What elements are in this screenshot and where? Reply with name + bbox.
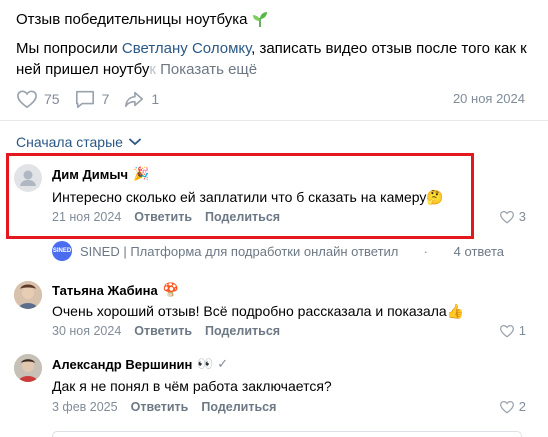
user-photo-icon bbox=[14, 354, 42, 382]
sort-dropdown[interactable]: Сначала старые bbox=[16, 134, 141, 150]
avatar[interactable] bbox=[14, 281, 42, 309]
comment-author-name: Александр Вершинин bbox=[52, 356, 193, 372]
reply-thread-link[interactable]: SINED SINED | Платформа для подработки о… bbox=[52, 241, 504, 261]
post-title-text: Отзыв победительницы ноутбука bbox=[16, 10, 248, 28]
comment-author[interactable]: Татьяна Жабина 🍄 bbox=[52, 282, 179, 298]
share-comment-button[interactable]: Поделиться bbox=[205, 324, 280, 338]
comment-input-box[interactable] bbox=[52, 431, 522, 437]
comment-meta: 30 ноя 2024 Ответить Поделиться bbox=[52, 324, 293, 338]
reply-button[interactable]: Ответить bbox=[134, 324, 192, 338]
heart-icon bbox=[499, 324, 514, 338]
avatar[interactable] bbox=[14, 354, 42, 382]
show-more-link[interactable]: Показать ещё bbox=[160, 61, 257, 78]
like-button[interactable]: 75 bbox=[16, 89, 60, 109]
post-title: Отзыв победительницы ноутбука bbox=[16, 10, 268, 28]
chevron-down-icon bbox=[129, 138, 141, 146]
comment-button[interactable]: 7 bbox=[74, 89, 110, 109]
separator-dot: · bbox=[423, 243, 428, 259]
comment-text: Очень хороший отзыв! Всё подробно расска… bbox=[52, 303, 465, 319]
badge-icon: 🍄 bbox=[162, 282, 179, 297]
badge-icon: 👀 ✓ bbox=[197, 356, 229, 371]
comment-like-button[interactable]: 1 bbox=[499, 323, 526, 338]
comment-text: Дак я не понял в чём работа заключается? bbox=[52, 378, 332, 394]
post-actions: 75 7 1 bbox=[16, 89, 173, 109]
divider bbox=[0, 120, 548, 121]
comment-like-count: 3 bbox=[518, 209, 526, 224]
post-text-prefix: Мы попросили bbox=[16, 40, 122, 57]
comment-date[interactable]: 3 фев 2025 bbox=[52, 400, 118, 414]
share-button[interactable]: 1 bbox=[123, 89, 159, 109]
comment-author-name: Татьяна Жабина bbox=[52, 282, 158, 298]
reply-button[interactable]: Ответить bbox=[131, 400, 189, 414]
comment-count: 7 bbox=[101, 91, 110, 107]
comment-like-button[interactable]: 2 bbox=[499, 399, 526, 414]
heart-icon bbox=[17, 90, 37, 109]
heart-icon bbox=[499, 400, 514, 414]
user-photo-icon bbox=[14, 281, 42, 309]
sined-logo: SINED bbox=[52, 241, 72, 261]
post-text: Мы попросили Светлану Соломку, записать … bbox=[16, 38, 536, 80]
comment-author[interactable]: Александр Вершинин 👀 ✓ bbox=[52, 356, 228, 372]
comment-like-count: 1 bbox=[518, 323, 526, 338]
share-comment-button[interactable]: Поделиться bbox=[201, 400, 276, 414]
comment-like-count: 2 bbox=[518, 399, 526, 414]
comment-like-button[interactable]: 3 bbox=[499, 209, 526, 224]
mention-link[interactable]: Светлану Соломку bbox=[122, 40, 251, 57]
reply-thread-author: SINED | Платформа для подработки онлайн … bbox=[80, 243, 399, 259]
sort-label: Сначала старые bbox=[16, 134, 123, 150]
highlight-box bbox=[6, 153, 474, 239]
post-date: 20 ноя 2024 bbox=[452, 91, 525, 106]
reply-count: 4 ответа bbox=[453, 243, 504, 259]
like-count: 75 bbox=[44, 91, 60, 107]
heart-icon bbox=[499, 210, 514, 224]
share-count: 1 bbox=[151, 91, 160, 107]
post-text-faded: к bbox=[149, 61, 156, 78]
comment-icon bbox=[75, 90, 94, 108]
sprout-icon bbox=[252, 12, 267, 27]
comment-meta: 3 фев 2025 Ответить Поделиться bbox=[52, 400, 289, 414]
comment-date[interactable]: 30 ноя 2024 bbox=[52, 324, 121, 338]
share-icon bbox=[125, 91, 144, 108]
